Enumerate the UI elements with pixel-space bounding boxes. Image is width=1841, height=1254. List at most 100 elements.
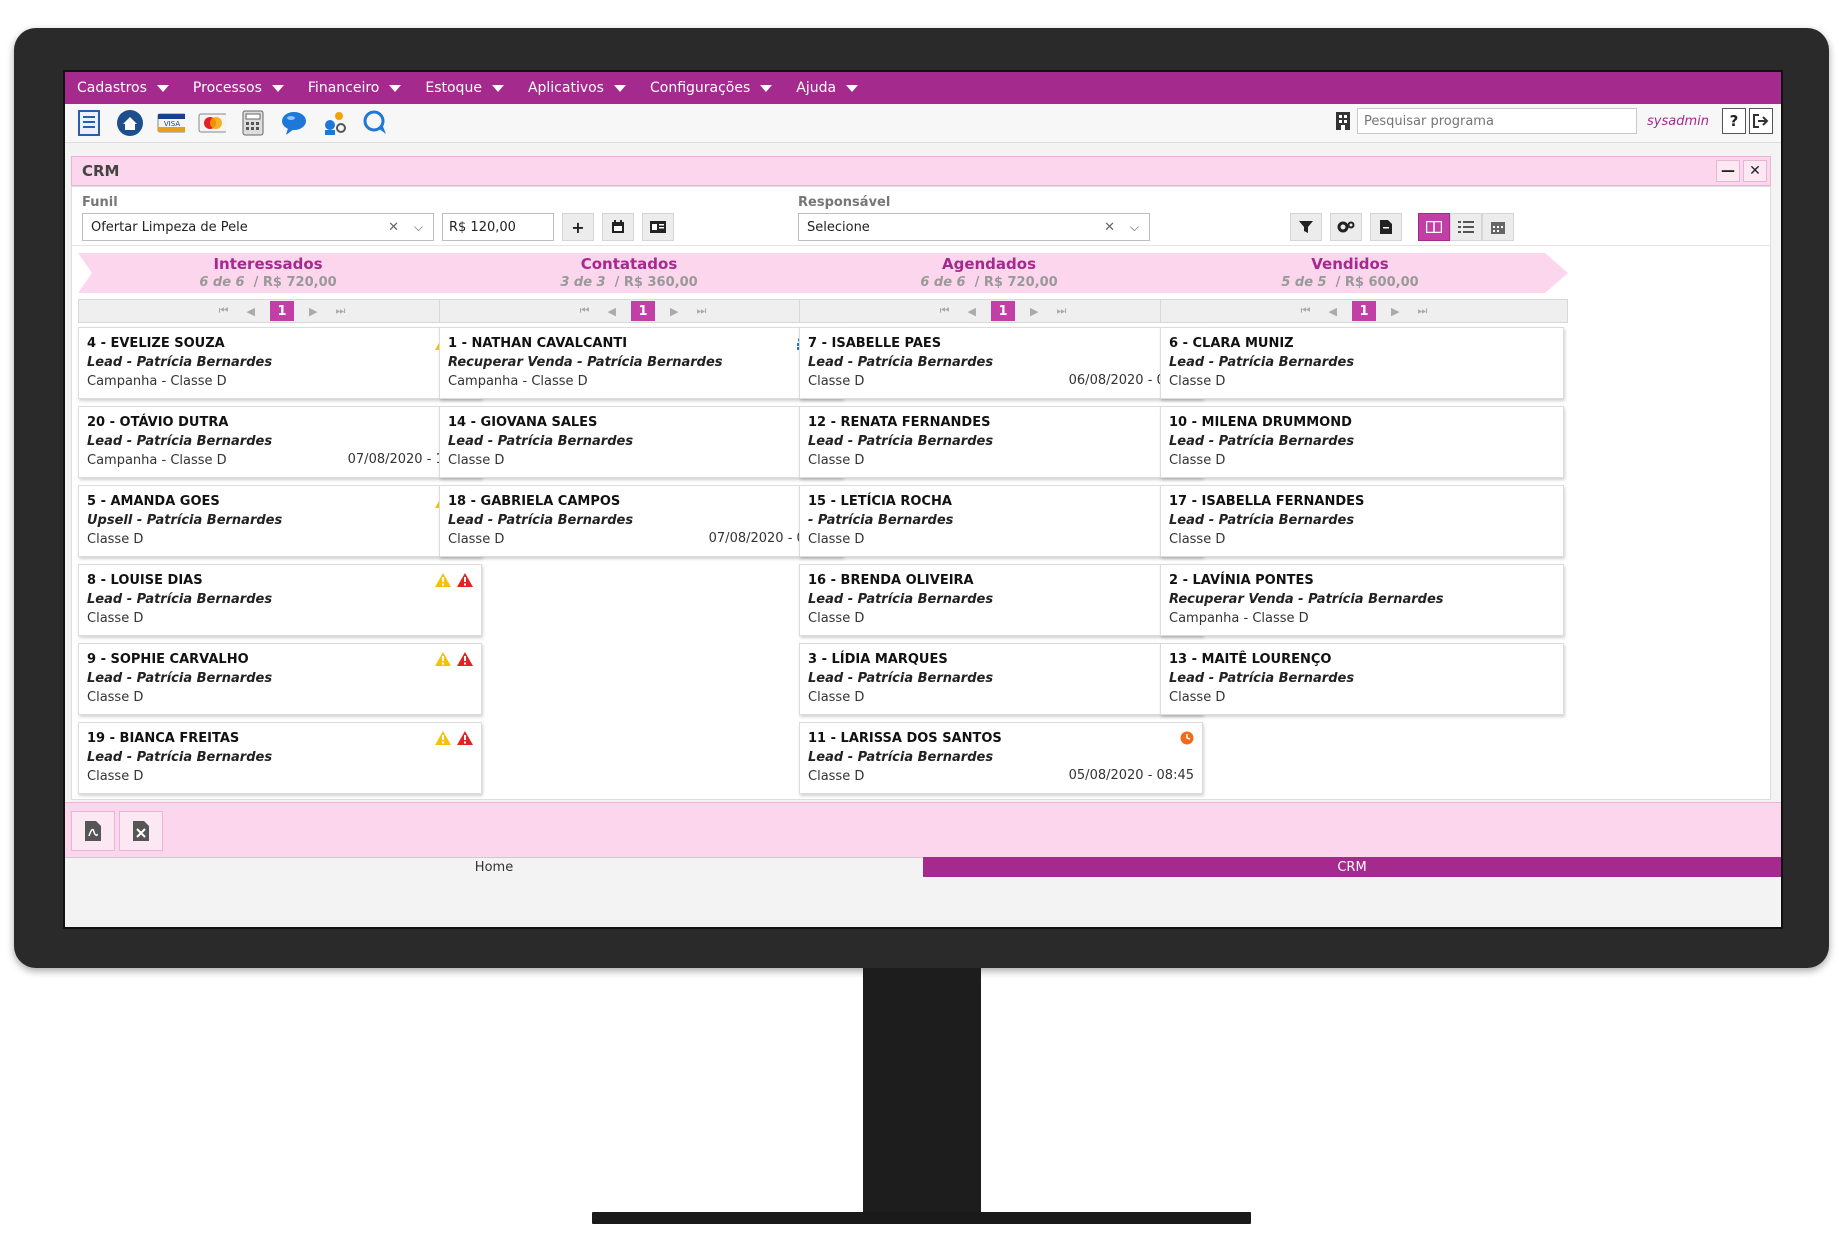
lead-campaign: Classe D	[87, 532, 144, 547]
chevron-down-icon[interactable]: ⌵	[1130, 220, 1139, 235]
close-button[interactable]: ✕	[1743, 160, 1767, 182]
tab-crm[interactable]: CRM	[923, 857, 1781, 877]
lead-card[interactable]: 10 - MILENA DRUMMOND Lead - Patrícia Ber…	[1160, 406, 1564, 478]
lead-card[interactable]: 1 - NATHAN CAVALCANTI Recuperar Venda - …	[439, 327, 843, 399]
lead-stage-owner: Lead - Patrícia Bernardes	[87, 671, 273, 686]
next-page-icon[interactable]: ▶	[670, 305, 678, 318]
menu-financeiro[interactable]: Financeiro	[308, 80, 402, 96]
clear-icon[interactable]: ✕	[1104, 220, 1115, 235]
first-page-icon[interactable]: ⏮	[219, 304, 229, 318]
add-button[interactable]: +	[562, 213, 594, 241]
lead-name: 3 - LÍDIA MARQUES	[808, 652, 948, 667]
clear-icon[interactable]: ✕	[388, 220, 399, 235]
lead-card[interactable]: 7 - ISABELLE PAES Lead - Patrícia Bernar…	[799, 327, 1203, 399]
next-page-icon[interactable]: ▶	[1391, 305, 1399, 318]
calculator-icon[interactable]	[239, 109, 267, 137]
support-chat-icon[interactable]	[362, 109, 390, 137]
contact-card-button[interactable]	[642, 213, 674, 241]
menu-processos[interactable]: Processos	[193, 80, 284, 96]
export-pdf-button[interactable]	[71, 811, 115, 851]
last-page-icon[interactable]: ⏭	[696, 304, 706, 318]
lead-card[interactable]: 6 - CLARA MUNIZ Lead - Patrícia Bernarde…	[1160, 327, 1564, 399]
current-page[interactable]: 1	[991, 301, 1015, 321]
lead-card[interactable]: 15 - LETÍCIA ROCHA - Patrícia Bernardes …	[799, 485, 1203, 557]
last-page-icon[interactable]: ⏭	[335, 304, 345, 318]
minimize-button[interactable]: —	[1716, 160, 1740, 182]
lead-card[interactable]: 4 - EVELIZE SOUZA Lead - Patrícia Bernar…	[78, 327, 482, 399]
valor-input[interactable]: R$ 120,00	[442, 213, 554, 241]
lead-card[interactable]: 2 - LAVÍNIA PONTES Recuperar Venda - Pat…	[1160, 564, 1564, 636]
users-gear-icon[interactable]	[321, 109, 349, 137]
last-page-icon[interactable]: ⏭	[1417, 304, 1427, 318]
lead-card[interactable]: 17 - ISABELLA FERNANDES Lead - Patrícia …	[1160, 485, 1564, 557]
prev-page-icon[interactable]: ◀	[608, 305, 616, 318]
settings-button[interactable]	[1330, 213, 1362, 241]
lead-card[interactable]: 18 - GABRIELA CAMPOS Lead - Patrícia Ber…	[439, 485, 843, 557]
report-button[interactable]	[1370, 213, 1402, 241]
list-view-button[interactable]	[1450, 213, 1482, 241]
tab-home[interactable]: Home	[65, 857, 923, 877]
lead-card[interactable]: 9 - SOPHIE CARVALHO Lead - Patrícia Bern…	[78, 643, 482, 715]
prev-page-icon[interactable]: ◀	[1329, 305, 1337, 318]
current-page[interactable]: 1	[631, 301, 655, 321]
lead-card[interactable]: 16 - BRENDA OLIVEIRA Lead - Patrícia Ber…	[799, 564, 1203, 636]
lead-campaign: Classe D	[808, 453, 865, 468]
kanban-view-button[interactable]	[1418, 213, 1450, 241]
funil-select[interactable]: Ofertar Limpeza de Pele ✕ ⌵	[82, 213, 434, 241]
lead-card[interactable]: 13 - MAITÊ LOURENÇO Lead - Patrícia Bern…	[1160, 643, 1564, 715]
last-page-icon[interactable]: ⏭	[1056, 304, 1066, 318]
current-page[interactable]: 1	[1352, 301, 1376, 321]
lead-stage-owner: Lead - Patrícia Bernardes	[448, 513, 634, 528]
first-page-icon[interactable]: ⏮	[940, 304, 950, 318]
calendar-view-button[interactable]	[1482, 213, 1514, 241]
lead-card[interactable]: 14 - GIOVANA SALES Lead - Patrícia Berna…	[439, 406, 843, 478]
lead-name: 18 - GABRIELA CAMPOS	[448, 494, 621, 509]
prev-page-icon[interactable]: ◀	[968, 305, 976, 318]
chevron-down-icon[interactable]: ⌵	[414, 220, 423, 235]
menu-estoque[interactable]: Estoque	[425, 80, 504, 96]
menu-aplicativos[interactable]: Aplicativos	[528, 80, 626, 96]
help-button[interactable]: ?	[1722, 108, 1746, 134]
first-page-icon[interactable]: ⏮	[580, 304, 590, 318]
next-page-icon[interactable]: ▶	[1030, 305, 1038, 318]
menu-ajuda[interactable]: Ajuda	[796, 80, 859, 96]
lead-card[interactable]: 20 - OTÁVIO DUTRA Lead - Patrícia Bernar…	[78, 406, 482, 478]
column-total: / R$ 360,00	[614, 275, 698, 290]
first-page-icon[interactable]: ⏮	[1301, 304, 1311, 318]
home-icon[interactable]	[116, 109, 144, 137]
lead-card[interactable]: 19 - BIANCA FREITAS Lead - Patrícia Bern…	[78, 722, 482, 794]
lead-stage-owner: Lead - Patrícia Bernardes	[808, 434, 994, 449]
filter-button[interactable]	[1290, 213, 1322, 241]
lead-card[interactable]: 8 - LOUISE DIAS Lead - Patrícia Bernarde…	[78, 564, 482, 636]
user-name[interactable]: sysadmin	[1647, 114, 1709, 129]
menu-label: Aplicativos	[527, 80, 604, 96]
lead-card[interactable]: 12 - RENATA FERNANDES Lead - Patrícia Be…	[799, 406, 1203, 478]
mastercard-icon[interactable]	[198, 109, 226, 137]
visa-card-icon[interactable]: VISA	[157, 109, 185, 137]
building-icon[interactable]	[1335, 111, 1351, 131]
document-list-icon[interactable]	[75, 109, 103, 137]
menu-cadastros[interactable]: Cadastros	[77, 80, 169, 96]
prev-page-icon[interactable]: ◀	[247, 305, 255, 318]
lead-stage-owner: Lead - Patrícia Bernardes	[87, 592, 273, 607]
lead-name: 12 - RENATA FERNANDES	[808, 415, 991, 430]
lead-name: 4 - EVELIZE SOUZA	[87, 336, 225, 351]
responsavel-select[interactable]: Selecione ✕ ⌵	[798, 213, 1150, 241]
menu-configuracoes[interactable]: Configurações	[650, 80, 773, 96]
program-search-input[interactable]	[1357, 108, 1638, 134]
funil-label: Funil	[82, 195, 118, 210]
next-page-icon[interactable]: ▶	[309, 305, 317, 318]
lead-card[interactable]: 11 - LARISSA DOS SANTOS Lead - Patrícia …	[799, 722, 1203, 794]
quick-toolbar: VISA sysadmin ?	[65, 104, 1781, 143]
kanban-column-2: Agendados 6 de 6 / R$ 720,00 ⏮ ◀ 1 ▶ ⏭ 7…	[799, 253, 1207, 794]
calendar-button[interactable]	[602, 213, 634, 241]
lead-name: 10 - MILENA DRUMMOND	[1169, 415, 1352, 430]
lead-stage-owner: Lead - Patrícia Bernardes	[87, 355, 273, 370]
lead-card[interactable]: 3 - LÍDIA MARQUES Lead - Patrícia Bernar…	[799, 643, 1203, 715]
logout-button[interactable]	[1749, 108, 1773, 134]
lead-card[interactable]: 5 - AMANDA GOES Upsell - Patrícia Bernar…	[78, 485, 482, 557]
chat-bubble-icon[interactable]	[280, 109, 308, 137]
current-page[interactable]: 1	[270, 301, 294, 321]
caret-down-icon	[846, 84, 859, 92]
export-excel-button[interactable]	[119, 811, 163, 851]
